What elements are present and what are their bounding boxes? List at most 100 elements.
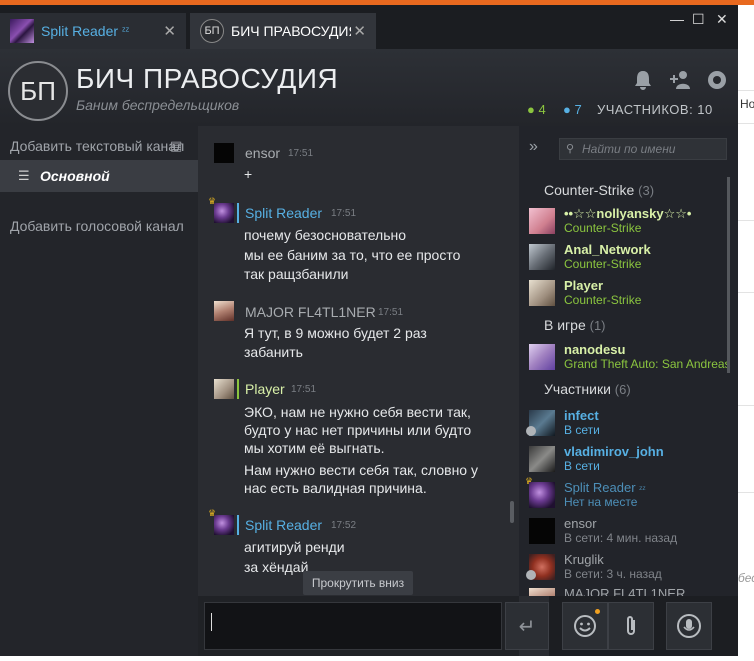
group-count: (6) bbox=[614, 382, 631, 397]
message-text: за хёндай bbox=[244, 559, 309, 575]
send-button[interactable]: ↵ bbox=[505, 602, 549, 650]
smiley-icon bbox=[574, 615, 596, 637]
group-count: (3) bbox=[638, 183, 655, 198]
avatar[interactable] bbox=[214, 379, 234, 399]
paperclip-icon bbox=[627, 616, 635, 635]
message-input[interactable] bbox=[204, 602, 502, 650]
member-item[interactable]: ••☆☆nollyansky☆☆• Counter-Strike bbox=[529, 206, 734, 238]
group-title: В игре bbox=[544, 317, 586, 333]
status-bar bbox=[237, 203, 239, 223]
member-name: ensor bbox=[564, 516, 597, 531]
member-status: Grand Theft Auto: San Andreas bbox=[564, 357, 731, 371]
member-name-text: Split Reader bbox=[564, 480, 636, 495]
avatar bbox=[529, 344, 555, 370]
message-text: ЭКО, нам не нужно себя вести так, bbox=[244, 404, 471, 420]
message-author[interactable]: Split Reader bbox=[245, 517, 322, 533]
member-group-header[interactable]: В игре (1) bbox=[544, 317, 606, 333]
member-item[interactable]: Anal_Network Counter-Strike bbox=[529, 242, 734, 274]
bg-divider bbox=[738, 405, 754, 406]
member-item[interactable]: nanodesu Grand Theft Auto: San Andreas bbox=[529, 342, 734, 374]
member-item[interactable]: Player Counter-Strike bbox=[529, 278, 734, 310]
bell-icon[interactable] bbox=[633, 69, 653, 97]
message-text: агитируй ренди bbox=[244, 539, 345, 555]
channel-sidebar: Добавить текстовый канал ▤ ☰ Основной До… bbox=[0, 126, 198, 656]
member-status: Нет на месте bbox=[564, 495, 638, 509]
chat-scrollbar[interactable] bbox=[510, 501, 514, 523]
member-group-header[interactable]: Counter-Strike (3) bbox=[544, 182, 654, 198]
group-count: (1) bbox=[589, 318, 606, 333]
member-name: vladimirov_john bbox=[564, 444, 664, 459]
bg-divider bbox=[738, 292, 754, 293]
add-text-channel-button[interactable]: Добавить текстовый канал bbox=[10, 138, 184, 154]
close-window-icon[interactable]: ✕ bbox=[716, 11, 728, 28]
gear-icon[interactable] bbox=[706, 69, 728, 97]
chat-log: ensor 17:51 + ♛ Split Reader 17:51 почем… bbox=[198, 126, 519, 596]
scroll-down-button[interactable]: Прокрутить вниз bbox=[303, 571, 413, 595]
add-voice-channel-button[interactable]: Добавить голосовой канал bbox=[10, 218, 184, 234]
message-author[interactable]: MAJOR FL4TL1NER bbox=[245, 304, 376, 320]
message-text: мы хотим её выгнать. bbox=[244, 440, 385, 456]
voice-button[interactable] bbox=[666, 602, 712, 650]
member-status: Counter-Strike bbox=[564, 293, 642, 307]
in-game-dot-icon: ● bbox=[527, 102, 535, 117]
close-tab-icon[interactable]: ✕ bbox=[163, 22, 176, 40]
message-time: 17:51 bbox=[331, 208, 357, 219]
group-avatar[interactable]: БП bbox=[8, 61, 68, 121]
notification-dot bbox=[595, 609, 600, 614]
avatar bbox=[529, 518, 555, 544]
message-author[interactable]: ensor bbox=[245, 145, 280, 161]
member-item[interactable]: vladimirov_john В сети bbox=[529, 444, 734, 476]
background-text: Но bbox=[740, 97, 754, 111]
online-dot-icon: ● bbox=[562, 102, 571, 117]
member-item[interactable]: infect В сети bbox=[526, 408, 734, 440]
avatar[interactable] bbox=[214, 203, 234, 223]
minimize-icon[interactable]: — bbox=[670, 11, 684, 27]
status-bar bbox=[237, 515, 239, 535]
avatar[interactable] bbox=[214, 515, 234, 535]
avatar bbox=[529, 244, 555, 270]
bg-divider bbox=[738, 220, 754, 221]
member-item[interactable]: MAJOR FL4TL1NER bbox=[529, 586, 734, 596]
members-panel: » ⚲ Counter-Strike (3) ••☆☆nollyansky☆☆•… bbox=[519, 126, 738, 596]
members-scrollbar[interactable] bbox=[727, 177, 730, 373]
officer-icon bbox=[526, 570, 536, 580]
add-channel-icon[interactable]: ▤ bbox=[170, 138, 182, 154]
message-text: Нам нужно вести себя так, словно у bbox=[244, 462, 478, 478]
maximize-icon[interactable]: ☐ bbox=[692, 11, 705, 28]
avatar bbox=[529, 446, 555, 472]
message-input-area bbox=[198, 596, 519, 656]
message-text: будто у нас нет причины или будто bbox=[244, 422, 472, 438]
message-author[interactable]: Player bbox=[245, 381, 285, 397]
enter-arrow-icon: ↵ bbox=[518, 615, 536, 638]
close-tab-icon[interactable]: ✕ bbox=[353, 22, 366, 40]
member-status: Counter-Strike bbox=[564, 221, 642, 235]
channel-item-main[interactable]: ☰ Основной bbox=[0, 160, 198, 192]
emoji-button[interactable] bbox=[562, 602, 608, 650]
member-status: В сети: 4 мин. назад bbox=[564, 531, 678, 545]
member-status: В сети: 3 ч. назад bbox=[564, 567, 662, 581]
member-counts: ● 4 ● 7 УЧАСТНИКОВ: 10 bbox=[527, 102, 713, 117]
member-item[interactable]: ♛ Split Reader ᶻᶻ Нет на месте bbox=[525, 476, 734, 512]
message-time: 17:51 bbox=[378, 307, 404, 318]
avatar bbox=[10, 19, 34, 43]
add-friend-icon[interactable] bbox=[669, 69, 693, 97]
member-search-input[interactable] bbox=[582, 141, 724, 157]
avatar[interactable] bbox=[214, 301, 234, 321]
member-group-header[interactable]: Участники (6) bbox=[544, 381, 631, 397]
group-header: БП БИЧ ПРАВОСУДИЯ Баним беспредельщиков … bbox=[0, 49, 738, 126]
message-author[interactable]: Split Reader bbox=[245, 205, 322, 221]
tab-group-chat[interactable]: БП БИЧ ПРАВОСУДИЯ ✕ bbox=[190, 13, 376, 49]
member-name: MAJOR FL4TL1NER bbox=[564, 586, 686, 596]
online-count: 7 bbox=[574, 102, 582, 117]
group-chat-window: Split Reader ᶻᶻ ✕ БП БИЧ ПРАВОСУДИЯ ✕ — … bbox=[0, 5, 738, 656]
member-item[interactable]: Kruglik В сети: 3 ч. назад bbox=[526, 552, 734, 584]
avatar[interactable] bbox=[214, 143, 234, 163]
group-title: Counter-Strike bbox=[544, 182, 635, 198]
attach-button[interactable] bbox=[608, 602, 654, 650]
collapse-panel-icon[interactable]: » bbox=[529, 138, 538, 156]
member-name: nanodesu bbox=[564, 342, 626, 357]
member-item[interactable]: ensor В сети: 4 мин. назад bbox=[529, 516, 734, 548]
group-name: БИЧ ПРАВОСУДИЯ bbox=[76, 63, 339, 94]
tab-split-reader[interactable]: Split Reader ᶻᶻ ✕ bbox=[0, 13, 186, 49]
avatar bbox=[529, 588, 555, 596]
